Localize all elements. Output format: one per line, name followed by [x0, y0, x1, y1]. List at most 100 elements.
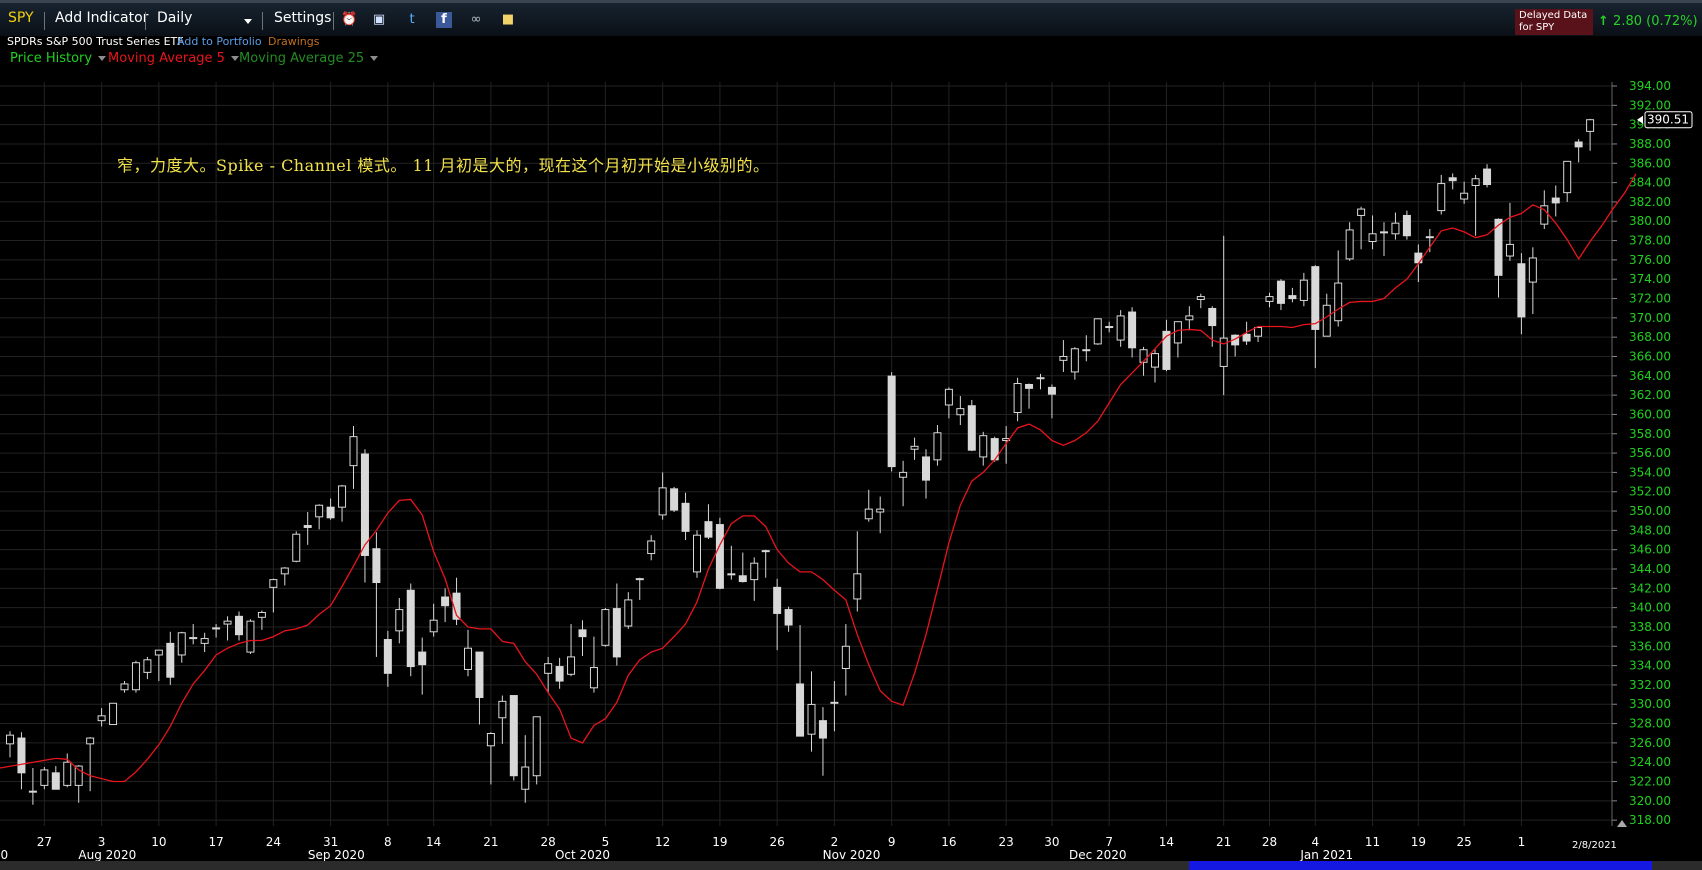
x-tick-label: 26: [770, 835, 785, 849]
candle-body: [51, 772, 60, 790]
x-tick-label: 5: [602, 835, 610, 849]
x-month-label: 2020: [0, 848, 8, 862]
candle-body: [28, 790, 37, 793]
candle-body: [131, 662, 140, 691]
sticky-note-icon[interactable]: ■: [500, 12, 516, 28]
delayed-line1: Delayed Data: [1519, 10, 1588, 21]
candle-body: [1276, 280, 1285, 304]
scrollbar-thumb[interactable]: [1189, 861, 1652, 870]
y-tick-label: 348.00: [1629, 523, 1671, 537]
y-tick-label: 332.00: [1629, 678, 1671, 692]
candle-body: [1574, 141, 1583, 148]
y-tick-label: 384.00: [1629, 176, 1671, 190]
candle-body: [1047, 386, 1056, 395]
candle-body: [97, 715, 106, 722]
alarm-clock-icon[interactable]: ⏰: [341, 12, 357, 28]
candle-body: [418, 651, 427, 666]
candle-body: [1505, 243, 1514, 257]
candle-body: [1322, 304, 1331, 337]
drawings-link[interactable]: Drawings: [268, 35, 319, 48]
candle-body: [956, 408, 965, 416]
separator: [262, 12, 263, 30]
separator: [145, 12, 146, 30]
candle-body: [1036, 377, 1045, 380]
add-indicator-button[interactable]: Add Indicator: [55, 10, 148, 26]
candle-body: [521, 766, 530, 790]
candle-body: [612, 608, 621, 658]
settings-button[interactable]: Settings: [274, 10, 331, 26]
cube-icon[interactable]: ▣: [371, 12, 387, 28]
price-chart[interactable]: 318.00 320.00 322.00 324.00 326.00 328.00 330.…: [0, 0, 1702, 870]
chevron-down-icon[interactable]: [244, 19, 252, 24]
candle-body: [189, 637, 198, 640]
arrow-up-icon: ↑: [1598, 14, 1609, 29]
candle-body: [944, 388, 953, 406]
candle-body: [154, 649, 163, 656]
candle-body: [681, 502, 690, 532]
candle-body: [922, 456, 930, 481]
candle-body: [670, 488, 679, 511]
y-tick-label: 328.00: [1629, 717, 1671, 731]
y-tick-label: 338.00: [1629, 620, 1671, 634]
x-tick-label: 2: [831, 835, 839, 849]
candle-body: [177, 632, 186, 656]
candle-body: [635, 578, 644, 581]
candle-body: [441, 596, 450, 607]
chevron-down-icon[interactable]: [230, 56, 239, 61]
candle-body: [578, 629, 587, 638]
y-tick-label: 356.00: [1629, 446, 1671, 460]
y-tick-label: 382.00: [1629, 195, 1671, 209]
y-tick-label: 344.00: [1629, 562, 1671, 576]
symbol-input[interactable]: SPY: [8, 10, 34, 26]
candle-body: [979, 435, 988, 458]
x-tick-label: 27: [37, 835, 52, 849]
binoculars-icon[interactable]: ∞: [468, 12, 484, 28]
candle-body: [303, 525, 312, 528]
candle-body: [1082, 349, 1091, 352]
candle-body: [1483, 168, 1492, 186]
candle-body: [1357, 208, 1366, 216]
x-tick-label: 11: [1365, 835, 1380, 849]
indicator-label: Price History: [10, 51, 93, 66]
candle-body: [120, 683, 129, 691]
indicator-price-history[interactable]: Price History: [10, 51, 107, 66]
add-to-portfolio-link[interactable]: Add to Portfolio: [177, 35, 262, 48]
candle-body: [349, 436, 358, 467]
x-month-label: Nov 2020: [823, 848, 881, 862]
candle-body: [1368, 233, 1377, 243]
candle-body: [750, 562, 759, 581]
facebook-icon[interactable]: f: [436, 12, 452, 28]
candle-body: [315, 504, 324, 518]
candle-body: [1185, 315, 1194, 321]
y-tick-label: 380.00: [1629, 214, 1671, 228]
twitter-icon[interactable]: t: [404, 12, 420, 28]
candle-body: [761, 550, 770, 553]
candle-body: [1070, 348, 1079, 373]
indicator-ma5[interactable]: Moving Average 5: [108, 51, 239, 66]
y-tick-label: 370.00: [1629, 311, 1671, 325]
chevron-down-icon[interactable]: [98, 56, 107, 61]
x-tick-label: 14: [1159, 835, 1174, 849]
y-tick-label: 322.00: [1629, 775, 1671, 789]
candle-body: [1563, 160, 1572, 194]
candle-body: [372, 548, 381, 584]
x-tick-label: 8: [384, 835, 392, 849]
candle-body: [498, 700, 507, 719]
candle-body: [899, 471, 908, 478]
candle-body: [1151, 353, 1159, 368]
candle-body: [1196, 296, 1205, 300]
candle-body: [1528, 257, 1537, 283]
chevron-down-icon[interactable]: [370, 56, 379, 61]
delayed-line2: for SPY: [1519, 22, 1555, 33]
y-tick-label: 394.00: [1629, 79, 1671, 93]
indicator-label: Moving Average 25: [239, 51, 365, 66]
y-tick-label: 360.00: [1629, 407, 1671, 421]
y-tick-label: 336.00: [1629, 639, 1671, 653]
x-tick-label: 14: [426, 835, 441, 849]
y-tick-label: 346.00: [1629, 543, 1671, 557]
interval-select[interactable]: Daily: [157, 10, 192, 26]
x-tick-label: 3: [98, 835, 106, 849]
indicator-ma25[interactable]: Moving Average 25: [239, 51, 379, 66]
y-tick-label: 386.00: [1629, 156, 1671, 170]
candle-body: [475, 651, 484, 698]
